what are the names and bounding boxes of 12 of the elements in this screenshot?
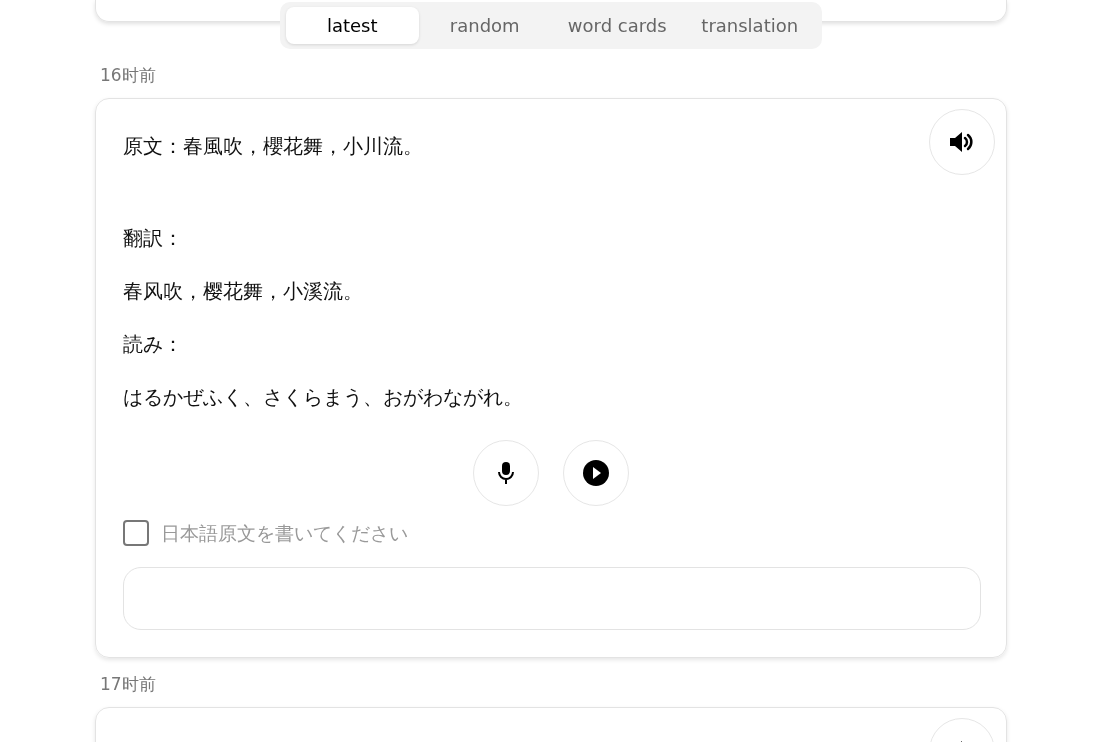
tab[interactable]: latest — [286, 7, 419, 44]
translation-text: 春风吹，樱花舞，小溪流。 — [123, 277, 364, 305]
original-text: 原文：春風吹，櫻花舞，小川流。 — [123, 132, 423, 160]
timestamp: 16时前 — [100, 64, 157, 87]
tab[interactable]: translation — [683, 7, 816, 44]
tab[interactable]: word cards — [551, 7, 684, 44]
reading-label: 読み： — [123, 330, 184, 358]
reading-text: はるかぜふく、さくらまう、おがわながれ。 — [123, 383, 524, 411]
timestamp: 17时前 — [100, 673, 157, 696]
checkbox-label: 日本語原文を書いてください — [161, 520, 408, 546]
tab[interactable]: random — [418, 7, 551, 44]
translation-label: 翻訳： — [123, 224, 184, 252]
